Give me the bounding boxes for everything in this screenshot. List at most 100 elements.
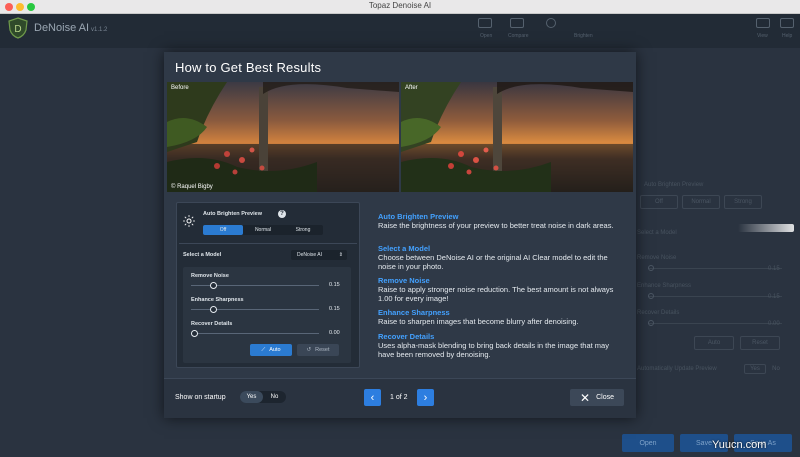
side-recover-value: 0.00: [768, 321, 780, 327]
side-recover-label: Recover Details: [637, 310, 680, 316]
tip-remove-noise: Remove Noise Raise to apply stronger noi…: [378, 276, 626, 303]
header-label-open: Open: [480, 33, 493, 39]
side-recover-track[interactable]: [648, 323, 782, 324]
help-icon[interactable]: ?: [278, 210, 286, 218]
best-results-dialog: How to Get Best Results Before © Raquel …: [164, 52, 636, 418]
previous-page-button[interactable]: ‹: [364, 389, 381, 406]
side-update-yes[interactable]: Yes: [744, 364, 766, 374]
side-brighten-normal[interactable]: Normal: [682, 195, 720, 209]
model-dropdown[interactable]: DeNoise AI ⇕: [291, 250, 347, 260]
enhance-sharpness-value: 0.15: [329, 306, 340, 312]
side-brighten-off[interactable]: Off: [640, 195, 678, 209]
tip-body: Raise to apply stronger noise reduction.…: [378, 285, 614, 303]
tip-select-model: Select a Model Choose between DeNoise AI…: [378, 244, 626, 271]
remove-noise-knob[interactable]: [210, 282, 218, 289]
tip-body: Raise to sharpen images that become blur…: [378, 317, 579, 326]
side-sharpness-value: 0.15: [768, 294, 780, 300]
header-label-brighten: Brighten: [574, 33, 593, 39]
auto-button[interactable]: ⟋ Auto: [250, 344, 292, 356]
settings-preview-panel: Auto Brighten Preview ? Off Normal Stron…: [176, 202, 360, 368]
startup-yes-option[interactable]: Yes: [240, 391, 263, 403]
chevron-left-icon: ‹: [370, 391, 375, 404]
close-button[interactable]: ✕ Close: [570, 389, 624, 406]
tip-heading: Select a Model: [378, 244, 431, 253]
header-label-view: View: [757, 33, 768, 39]
app-name: DeNoise AI v1.1.2: [34, 22, 108, 34]
header-label-compare: Compare: [508, 33, 529, 39]
dialog-title: How to Get Best Results: [175, 60, 322, 75]
side-sharpness-track[interactable]: [648, 296, 782, 297]
panel-select-model-label: Select a Model: [183, 252, 222, 258]
after-label: After: [405, 85, 418, 91]
dialog-footer: Show on startup Yes No ‹ 1 of 2 › ✕ Close: [164, 378, 636, 418]
side-reset-button[interactable]: Reset: [740, 336, 780, 350]
side-brighten-strong[interactable]: Strong: [724, 195, 762, 209]
panel-auto-brighten-label: Auto Brighten Preview: [203, 211, 262, 217]
compare-view-icon[interactable]: [510, 18, 524, 28]
view-icon[interactable]: [756, 18, 770, 28]
after-image: After: [401, 82, 633, 192]
enhance-sharpness-label: Enhance Sharpness: [191, 297, 244, 303]
chevron-right-icon: ›: [423, 391, 428, 404]
side-sharpness-knob[interactable]: [648, 293, 654, 299]
remove-noise-label: Remove Noise: [191, 273, 229, 279]
header-label-help: Help: [782, 33, 793, 39]
side-highlight: [738, 224, 794, 232]
tip-body: Uses alpha-mask blending to bring back d…: [378, 341, 609, 359]
dropdown-arrow-icon: ⇕: [338, 252, 343, 258]
side-model-label: Select a Model: [637, 230, 677, 236]
startup-no-option[interactable]: No: [263, 391, 286, 403]
watermark: Yuucn.com: [712, 439, 767, 451]
side-auto-brighten-label: Auto Brighten Preview: [644, 182, 704, 188]
recover-details-track[interactable]: [191, 333, 319, 334]
side-remove-noise-value: 0.15: [768, 266, 780, 272]
open-button[interactable]: Open: [622, 434, 674, 452]
reset-icon: ↺: [306, 347, 312, 353]
before-image: Before © Raquel Bigby: [167, 82, 399, 192]
side-recover-knob[interactable]: [648, 320, 654, 326]
brighten-segmented-control: Off Normal Strong: [203, 225, 323, 235]
enhance-sharpness-knob[interactable]: [210, 306, 218, 313]
recover-details-label: Recover Details: [191, 321, 233, 327]
page-indicator: 1 of 2: [390, 394, 408, 401]
tip-auto-brighten: Auto Brighten Preview Raise the brightne…: [378, 212, 626, 230]
app-logo-icon: D: [8, 17, 28, 39]
tip-body: Choose between DeNoise AI or the origina…: [378, 253, 608, 271]
recover-details-value: 0.00: [329, 330, 340, 336]
show-on-startup-toggle[interactable]: Yes No: [240, 391, 286, 403]
side-update-label: Automatically Update Preview: [637, 366, 717, 372]
help-icon[interactable]: [780, 18, 794, 28]
side-auto-button[interactable]: Auto: [694, 336, 734, 350]
side-sharpness-label: Enhance Sharpness: [637, 283, 692, 289]
brighten-icon[interactable]: [546, 18, 556, 28]
next-page-button[interactable]: ›: [417, 389, 434, 406]
side-remove-noise-knob[interactable]: [648, 265, 654, 271]
show-on-startup-label: Show on startup: [175, 394, 226, 401]
brighten-strong-option[interactable]: Strong: [283, 225, 323, 235]
tip-enhance-sharpness: Enhance Sharpness Raise to sharpen image…: [378, 308, 626, 326]
sun-icon: [183, 215, 195, 227]
panel-divider: [179, 243, 357, 244]
app-header: [0, 14, 800, 48]
tip-heading: Remove Noise: [378, 276, 430, 285]
reset-button[interactable]: ↺ Reset: [297, 344, 339, 356]
tip-recover-details: Recover Details Uses alpha-mask blending…: [378, 332, 626, 359]
tip-heading: Auto Brighten Preview: [378, 212, 459, 221]
tip-body: Raise the brightness of your preview to …: [378, 221, 614, 230]
brighten-normal-option[interactable]: Normal: [243, 225, 283, 235]
tip-heading: Recover Details: [378, 332, 435, 341]
open-image-icon[interactable]: [478, 18, 492, 28]
side-update-no[interactable]: No: [768, 364, 784, 374]
photo-credit: © Raquel Bigby: [171, 184, 213, 190]
side-remove-noise-track[interactable]: [648, 268, 782, 269]
recover-details-knob[interactable]: [191, 330, 198, 337]
side-remove-noise-label: Remove Noise: [637, 255, 677, 261]
svg-text:D: D: [14, 24, 21, 35]
close-icon: ✕: [580, 390, 591, 405]
before-label: Before: [171, 85, 189, 91]
remove-noise-value: 0.15: [329, 282, 340, 288]
wand-icon: ⟋: [261, 346, 266, 353]
brighten-off-option[interactable]: Off: [203, 225, 243, 235]
tip-heading: Enhance Sharpness: [378, 308, 450, 317]
window-titlebar: Topaz Denoise AI: [0, 0, 800, 14]
